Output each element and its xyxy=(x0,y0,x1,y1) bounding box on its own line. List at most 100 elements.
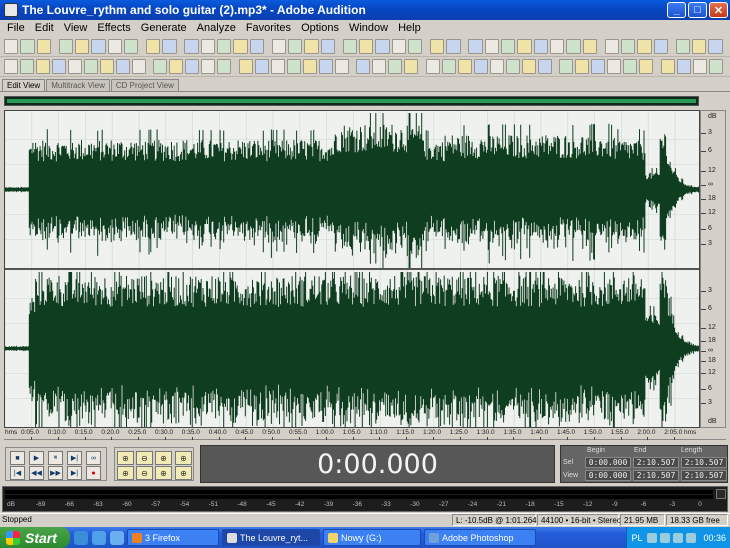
effects-tool-icon[interactable] xyxy=(334,59,349,74)
network-icon[interactable] xyxy=(647,532,658,543)
effects-tool-icon[interactable] xyxy=(238,59,253,74)
menu-help[interactable]: Help xyxy=(393,22,426,34)
effects-tool-icon[interactable] xyxy=(607,59,622,74)
effects-tool-icon[interactable] xyxy=(153,59,168,74)
menu-file[interactable]: File xyxy=(2,22,30,34)
effects-tool-icon[interactable] xyxy=(639,59,654,74)
main-tool-icon[interactable] xyxy=(653,39,668,54)
tab-multitrack-view[interactable]: Multitrack View xyxy=(46,79,110,91)
effects-tool-icon[interactable] xyxy=(591,59,606,74)
menu-generate[interactable]: Generate xyxy=(136,22,192,34)
main-tool-icon[interactable] xyxy=(446,39,461,54)
sel-end-field[interactable]: 2:10.507 xyxy=(633,457,679,468)
internet-explorer-icon[interactable] xyxy=(92,530,106,545)
effects-tool-icon[interactable] xyxy=(67,59,82,74)
show-desktop-icon[interactable] xyxy=(74,530,88,545)
effects-tool-icon[interactable] xyxy=(457,59,472,74)
effects-tool-icon[interactable] xyxy=(559,59,574,74)
effects-tool-icon[interactable] xyxy=(131,59,146,74)
go-to-end-button[interactable]: ▶| xyxy=(67,466,82,480)
main-tool-icon[interactable] xyxy=(146,39,161,54)
close-button[interactable]: ✕ xyxy=(709,2,728,18)
zoom-left-edge-button[interactable]: ⊖ xyxy=(136,466,153,480)
task-folder-nowy[interactable]: Nowy (G:) xyxy=(323,529,421,546)
main-tool-icon[interactable] xyxy=(517,39,532,54)
zoom-out-vertical-button[interactable]: ⊕ xyxy=(175,466,192,480)
effects-tool-icon[interactable] xyxy=(19,59,34,74)
main-tool-icon[interactable] xyxy=(484,39,499,54)
menu-options[interactable]: Options xyxy=(296,22,344,34)
effects-tool-icon[interactable] xyxy=(676,59,691,74)
effects-tool-icon[interactable] xyxy=(489,59,504,74)
main-tool-icon[interactable] xyxy=(582,39,597,54)
fast-forward-button[interactable]: ▶▶ xyxy=(48,466,63,480)
effects-tool-icon[interactable] xyxy=(201,59,216,74)
zoom-in-horizontal-button[interactable]: ⊕ xyxy=(117,451,134,465)
menu-window[interactable]: Window xyxy=(344,22,393,34)
overview-bar[interactable] xyxy=(4,96,699,106)
effects-tool-icon[interactable] xyxy=(254,59,269,74)
overview-visible-range[interactable] xyxy=(7,99,696,103)
effects-tool-icon[interactable] xyxy=(708,59,723,74)
effects-tool-icon[interactable] xyxy=(302,59,317,74)
effects-tool-icon[interactable] xyxy=(537,59,552,74)
pause-button[interactable]: ⏸ xyxy=(48,451,63,465)
effects-tool-icon[interactable] xyxy=(185,59,200,74)
go-to-beginning-button[interactable]: |◀ xyxy=(10,466,25,480)
sel-begin-field[interactable]: 0:00.000 xyxy=(585,457,631,468)
language-indicator[interactable]: PL xyxy=(631,533,642,543)
effects-tool-icon[interactable] xyxy=(35,59,50,74)
rewind-button[interactable]: ◀◀ xyxy=(29,466,44,480)
main-tool-icon[interactable] xyxy=(708,39,723,54)
effects-tool-icon[interactable] xyxy=(99,59,114,74)
view-length-field[interactable]: 2:10.507 xyxy=(681,470,727,481)
main-tool-icon[interactable] xyxy=(91,39,106,54)
effects-tool-icon[interactable] xyxy=(623,59,638,74)
clip-indicator[interactable] xyxy=(716,489,726,499)
main-tool-icon[interactable] xyxy=(468,39,483,54)
main-tool-icon[interactable] xyxy=(36,39,51,54)
effects-tool-icon[interactable] xyxy=(692,59,707,74)
main-tool-icon[interactable] xyxy=(407,39,423,54)
main-tool-icon[interactable] xyxy=(501,39,516,54)
main-tool-icon[interactable] xyxy=(162,39,177,54)
tab-cd-project-view[interactable]: CD Project View xyxy=(110,79,179,91)
title-bar[interactable]: The Louvre_rythm and solo guitar (2).mp3… xyxy=(0,0,730,20)
sel-length-field[interactable]: 2:10.507 xyxy=(681,457,727,468)
menu-effects[interactable]: Effects xyxy=(92,22,135,34)
left-channel-waveform[interactable] xyxy=(5,111,699,268)
right-channel-waveform[interactable] xyxy=(5,270,699,427)
main-tool-icon[interactable] xyxy=(549,39,565,54)
main-tool-icon[interactable] xyxy=(288,39,303,54)
time-ruler[interactable]: hms hms 0:05.0 0:10.0 0:15.0 0:20.0 0:25.0 0:… xyxy=(4,428,726,440)
zoom-full-button[interactable]: ⊕ xyxy=(155,451,172,465)
loop-button[interactable]: ∞ xyxy=(86,451,101,465)
main-tool-icon[interactable] xyxy=(637,39,652,54)
task-photoshop[interactable]: Adobe Photoshop xyxy=(424,529,536,546)
effects-tool-icon[interactable] xyxy=(575,59,590,74)
effects-tool-icon[interactable] xyxy=(169,59,184,74)
view-begin-field[interactable]: 0:00.000 xyxy=(585,470,631,481)
waveform-display[interactable] xyxy=(4,110,700,428)
minimize-button[interactable]: _ xyxy=(667,2,686,18)
main-tool-icon[interactable] xyxy=(620,39,636,54)
tab-edit-view[interactable]: Edit View xyxy=(2,79,46,91)
menu-analyze[interactable]: Analyze xyxy=(192,22,241,34)
main-tool-icon[interactable] xyxy=(75,39,90,54)
effects-tool-icon[interactable] xyxy=(473,59,488,74)
effects-tool-icon[interactable] xyxy=(404,59,419,74)
main-tool-icon[interactable] xyxy=(233,39,248,54)
effects-tool-icon[interactable] xyxy=(388,59,403,74)
effects-tool-icon[interactable] xyxy=(270,59,285,74)
effects-tool-icon[interactable] xyxy=(83,59,98,74)
main-tool-icon[interactable] xyxy=(249,39,264,54)
main-tool-icon[interactable] xyxy=(58,39,73,54)
task-adobe-audition[interactable]: The Louvre_ryt... xyxy=(222,529,320,546)
task-firefox[interactable]: 3 Firefox xyxy=(127,529,219,546)
main-tool-icon[interactable] xyxy=(20,39,35,54)
maximize-button[interactable]: □ xyxy=(688,2,707,18)
effects-tool-icon[interactable] xyxy=(4,59,18,74)
effects-tool-icon[interactable] xyxy=(441,59,456,74)
effects-tool-icon[interactable] xyxy=(660,59,675,74)
main-tool-icon[interactable] xyxy=(184,39,199,54)
